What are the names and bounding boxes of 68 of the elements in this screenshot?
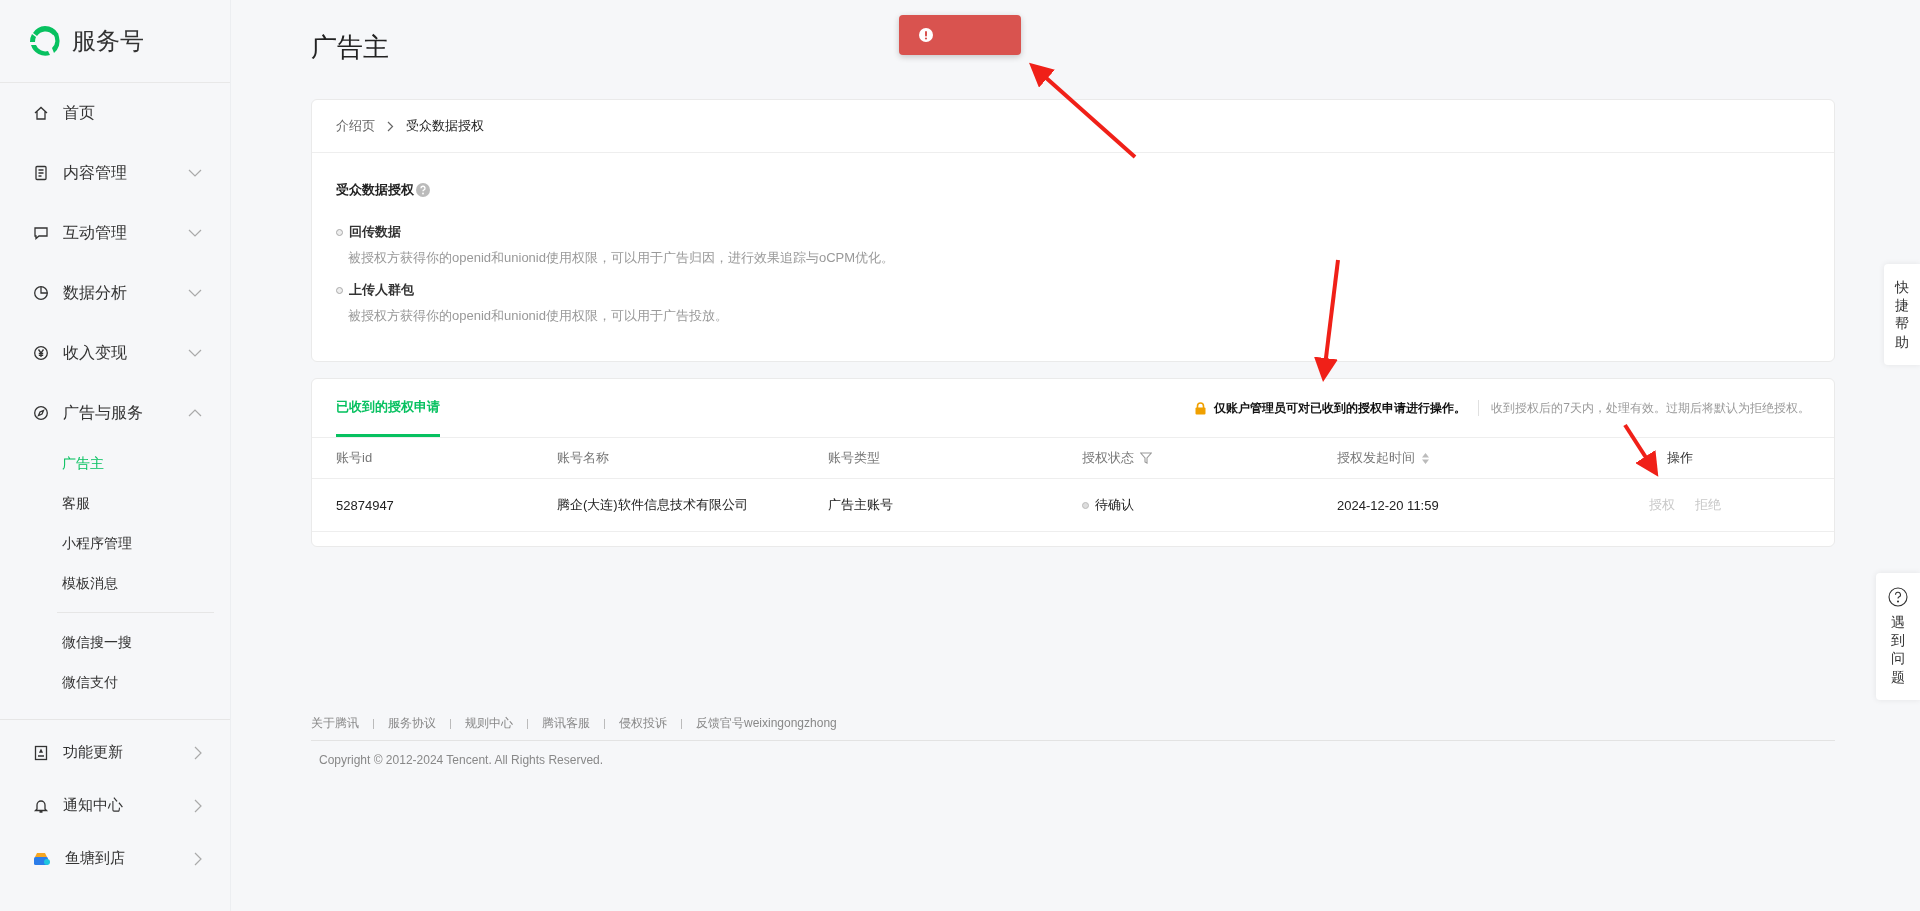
chevron-right-icon [194, 851, 202, 866]
footer-link[interactable]: 反馈官号weixingongzhong [696, 715, 837, 732]
floating-help-button[interactable]: 遇到问题 [1876, 573, 1920, 700]
point-description: 被授权方获得你的openid和unionid使用权限，可以用于广告投放。 [347, 307, 729, 325]
nav-item[interactable]: 功能更新 [0, 726, 230, 779]
pie-chart-icon [33, 285, 49, 301]
book-icon [33, 744, 49, 761]
help-icon[interactable] [416, 183, 430, 197]
bell-icon [33, 797, 49, 814]
nav-subitem[interactable]: 小程序管理 [0, 523, 230, 563]
nav-item[interactable]: 广告与服务 [0, 383, 230, 443]
lock-icon [1195, 401, 1207, 415]
notice-text: 仅账户管理员可对已收到的授权申请进行操作。 [1214, 399, 1467, 417]
filter-icon[interactable] [1140, 452, 1152, 464]
compass-icon [33, 405, 49, 421]
nav-item[interactable]: 收入变现 [0, 323, 230, 383]
column-header: 授权状态 [1082, 449, 1134, 467]
nav-item[interactable]: 互动管理 [0, 203, 230, 263]
nav-item[interactable]: 通知中心 [0, 779, 230, 832]
status-dot [1082, 501, 1089, 509]
nav-subitem[interactable]: 微信搜一搜 [0, 622, 230, 662]
exclamation-icon [919, 28, 933, 42]
breadcrumb-item: 受众数据授权 [406, 117, 484, 135]
sort-icon[interactable] [1421, 451, 1430, 465]
footer-link[interactable]: 关于腾讯 [311, 715, 359, 732]
column-header: 账号id [336, 449, 373, 467]
home-icon [33, 105, 49, 121]
nav-item[interactable]: 鱼塘到店 [0, 832, 230, 885]
column-header: 操作 [1667, 449, 1693, 467]
footer-link[interactable]: 服务协议 [388, 715, 436, 732]
chevron-right-icon [387, 120, 394, 132]
bullet-icon [336, 286, 343, 294]
nav-subitem[interactable]: 客服 [0, 483, 230, 523]
chevron-right-icon [194, 745, 202, 760]
page-title: 广告主 [311, 31, 389, 64]
table-cell: 2024-12-20 11:59 [1337, 497, 1439, 513]
yen-icon [33, 345, 49, 361]
table-cell: 广告主账号 [828, 496, 893, 514]
copyright-text: Copyright © 2012-2024 Tencent. All Rights Reserved. [318, 752, 605, 767]
nav-item[interactable]: 首页 [0, 83, 230, 143]
column-header: 授权发起时间 [1337, 449, 1415, 467]
nav-subitem[interactable]: 模板消息 [0, 563, 230, 603]
section-heading: 受众数据授权 [336, 181, 414, 199]
point-title: 回传数据 [349, 223, 401, 241]
chat-icon [33, 225, 49, 241]
table-cell: 52874947 [336, 497, 394, 513]
column-header: 账号类型 [828, 449, 880, 467]
app-name: 服务号 [72, 26, 144, 56]
annotation-arrow [1623, 423, 1659, 477]
footer-link[interactable]: 规则中心 [465, 715, 513, 732]
document-icon [33, 165, 49, 181]
shop-icon [33, 850, 51, 867]
footer-link[interactable]: 侵权投诉 [619, 715, 667, 732]
logo-icon [28, 24, 62, 58]
hint-text: 收到授权后的7天内，处理有效。过期后将默认为拒绝授权。 [1491, 399, 1810, 417]
floating-help-button[interactable]: 快捷帮助 [1884, 264, 1920, 365]
breadcrumb-item[interactable]: 介绍页 [336, 117, 375, 135]
nav-subitem[interactable]: 微信支付 [0, 662, 230, 702]
nav-item[interactable]: 数据分析 [0, 263, 230, 323]
nav-item[interactable]: 内容管理 [0, 143, 230, 203]
chevron-right-icon [194, 798, 202, 813]
footer-link[interactable]: 腾讯客服 [542, 715, 590, 732]
table-cell: 腾企(大连)软件信息技术有限公司 [557, 496, 748, 514]
bullet-icon [336, 228, 343, 236]
column-header: 账号名称 [557, 449, 609, 467]
point-title: 上传人群包 [349, 281, 414, 299]
point-description: 被授权方获得你的openid和unionid使用权限，可以用于广告归因，进行效果追踪与oCPM优化。 [347, 249, 896, 267]
table-cell: 待确认 [1095, 496, 1134, 514]
